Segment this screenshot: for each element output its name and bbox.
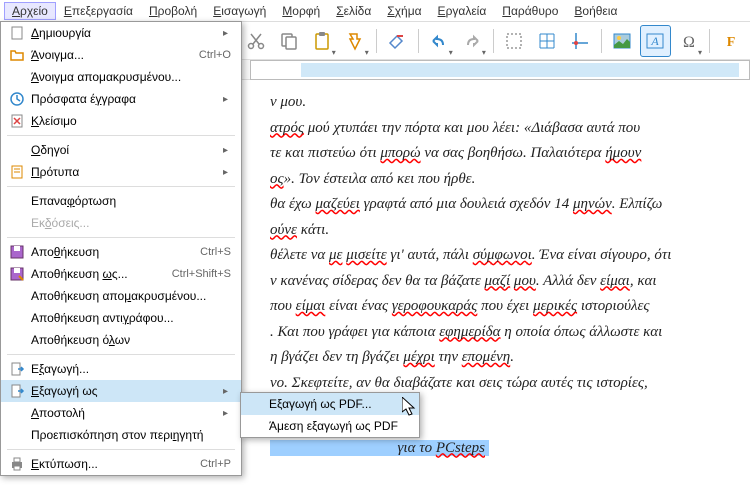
menu-insert[interactable]: Εισαγωγή bbox=[205, 2, 274, 20]
menu-versions: Εκδόσεις... bbox=[1, 212, 241, 234]
image-button[interactable] bbox=[607, 25, 638, 57]
svg-text:F: F bbox=[726, 35, 735, 50]
copy-button[interactable] bbox=[274, 25, 305, 57]
snap-button[interactable] bbox=[532, 25, 563, 57]
menu-export-as[interactable]: Εξαγωγή ως▸ bbox=[1, 380, 241, 402]
menu-export[interactable]: Εξαγωγή... bbox=[1, 358, 241, 380]
file-menu-dropdown: Δημιουργία▸ Άνοιγμα...Ctrl+O Άνοιγμα απο… bbox=[0, 21, 242, 476]
horizontal-ruler[interactable] bbox=[250, 60, 750, 80]
menu-tools[interactable]: Εργαλεία bbox=[430, 2, 495, 20]
special-char-button[interactable]: Ω▾ bbox=[673, 25, 704, 57]
grid-button[interactable] bbox=[499, 25, 530, 57]
menu-send[interactable]: Αποστολή▸ bbox=[1, 402, 241, 424]
menu-print[interactable]: Εκτύπωση...Ctrl+P bbox=[1, 453, 241, 475]
menu-view[interactable]: Προβολή bbox=[141, 2, 205, 20]
menu-reload[interactable]: Επαναφόρτωση bbox=[1, 190, 241, 212]
menu-browser-preview[interactable]: Προεπισκόπηση στον περιηγητή bbox=[1, 424, 241, 446]
paste-button[interactable]: ▾ bbox=[307, 25, 338, 57]
redo-button[interactable]: ▾ bbox=[457, 25, 488, 57]
menu-wizards[interactable]: Οδηγοί▸ bbox=[1, 139, 241, 161]
menu-save-all[interactable]: Αποθήκευση όλων bbox=[1, 329, 241, 351]
menu-shape[interactable]: Σχήμα bbox=[379, 2, 429, 20]
menu-close[interactable]: Κλείσιμο bbox=[1, 110, 241, 132]
menu-recent[interactable]: Πρόσφατα έγγραφα▸ bbox=[1, 88, 241, 110]
menu-templates[interactable]: Πρότυπα▸ bbox=[1, 161, 241, 183]
fontwork-button[interactable]: F bbox=[715, 25, 746, 57]
menu-edit[interactable]: Επεξεργασία bbox=[56, 2, 141, 20]
menu-save[interactable]: ΑποθήκευσηCtrl+S bbox=[1, 241, 241, 263]
menu-file[interactable]: Αρχείο bbox=[4, 2, 56, 20]
menu-save-as[interactable]: Αποθήκευση ως...Ctrl+Shift+S bbox=[1, 263, 241, 285]
undo-button[interactable]: ▾ bbox=[424, 25, 455, 57]
menu-window[interactable]: Παράθυρο bbox=[494, 2, 566, 20]
submenu-direct-export-pdf[interactable]: Άμεση εξαγωγή ως PDF bbox=[241, 415, 419, 437]
selected-text[interactable]: για το PCsteps bbox=[270, 440, 489, 456]
menu-format[interactable]: Μορφή bbox=[274, 2, 328, 20]
menu-page[interactable]: Σελίδα bbox=[328, 2, 379, 20]
textbox-button[interactable]: A bbox=[640, 25, 671, 57]
clear-format-button[interactable] bbox=[382, 25, 413, 57]
menubar: Αρχείο Επεξεργασία Προβολή Εισαγωγή Μορφ… bbox=[0, 0, 750, 22]
svg-text:A: A bbox=[651, 34, 660, 48]
guides-button[interactable] bbox=[565, 25, 596, 57]
menu-save-copy[interactable]: Αποθήκευση αντιγράφου... bbox=[1, 307, 241, 329]
menu-save-remote[interactable]: Αποθήκευση απομακρυσμένου... bbox=[1, 285, 241, 307]
menu-help[interactable]: Βοήθεια bbox=[566, 2, 625, 20]
menu-open-remote[interactable]: Άνοιγμα απομακρυσμένου... bbox=[1, 66, 241, 88]
mouse-cursor-icon bbox=[402, 397, 420, 417]
svg-text:Ω: Ω bbox=[683, 34, 695, 51]
cut-button[interactable] bbox=[241, 25, 272, 57]
menu-open[interactable]: Άνοιγμα...Ctrl+O bbox=[1, 44, 241, 66]
export-as-submenu: Εξαγωγή ως PDF... Άμεση εξαγωγή ως PDF bbox=[240, 392, 420, 438]
submenu-export-pdf[interactable]: Εξαγωγή ως PDF... bbox=[241, 393, 419, 415]
clone-format-button[interactable]: ▾ bbox=[340, 25, 371, 57]
menu-new[interactable]: Δημιουργία▸ bbox=[1, 22, 241, 44]
